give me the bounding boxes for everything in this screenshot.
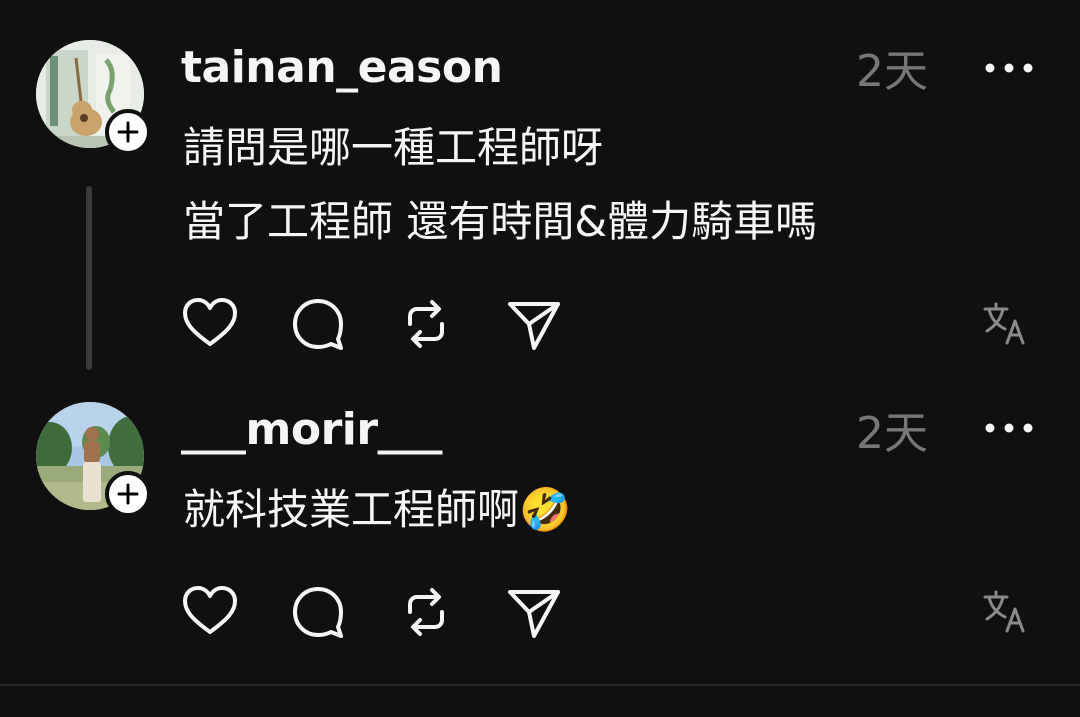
- comment-text-line: 就科技業工程師啊🤣: [183, 485, 572, 534]
- divider: [0, 684, 1080, 686]
- like-icon: [183, 298, 237, 346]
- comment-1: tainan_eason 2天 請問是哪一種工程師呀 當了工程師 還有時間&體力…: [0, 0, 1080, 380]
- comment-icon: [293, 587, 343, 638]
- more-options-button[interactable]: [982, 56, 1038, 80]
- share-button[interactable]: [504, 294, 564, 354]
- timestamp: 2天: [856, 46, 928, 97]
- translate-icon: [983, 590, 1025, 633]
- follow-plus-icon: [117, 121, 139, 143]
- repost-button[interactable]: [396, 294, 456, 354]
- comment-button[interactable]: [288, 294, 348, 354]
- thread-line: [86, 186, 92, 370]
- share-button[interactable]: [504, 582, 564, 642]
- share-icon: [508, 302, 560, 350]
- translate-button[interactable]: [976, 582, 1036, 642]
- repost-icon: [408, 588, 444, 636]
- comment-text-line: 請問是哪一種工程師呀: [183, 123, 604, 172]
- comment-button[interactable]: [288, 582, 348, 642]
- more-options-button[interactable]: [982, 416, 1038, 440]
- more-options-icon: [985, 423, 1033, 433]
- like-button[interactable]: [180, 294, 240, 354]
- username[interactable]: ___morir___: [181, 404, 443, 456]
- repost-button[interactable]: [396, 582, 456, 642]
- action-bar: [180, 294, 1060, 354]
- translate-icon: [983, 302, 1025, 345]
- like-icon: [183, 586, 237, 634]
- follow-plus-icon: [117, 483, 139, 505]
- username[interactable]: tainan_eason: [181, 42, 503, 94]
- comment-2: ___morir___ 2天 就科技業工程師啊🤣: [0, 380, 1080, 680]
- repost-icon: [408, 300, 444, 348]
- action-bar: [180, 582, 1060, 642]
- like-button[interactable]: [180, 582, 240, 642]
- share-icon: [508, 590, 560, 638]
- comment-text-line: 當了工程師 還有時間&體力騎車嗎: [183, 197, 818, 246]
- timestamp: 2天: [856, 408, 928, 459]
- follow-button[interactable]: [105, 109, 151, 155]
- more-options-icon: [985, 63, 1033, 73]
- follow-button[interactable]: [105, 471, 151, 517]
- comment-icon: [293, 299, 343, 350]
- translate-button[interactable]: [976, 294, 1036, 354]
